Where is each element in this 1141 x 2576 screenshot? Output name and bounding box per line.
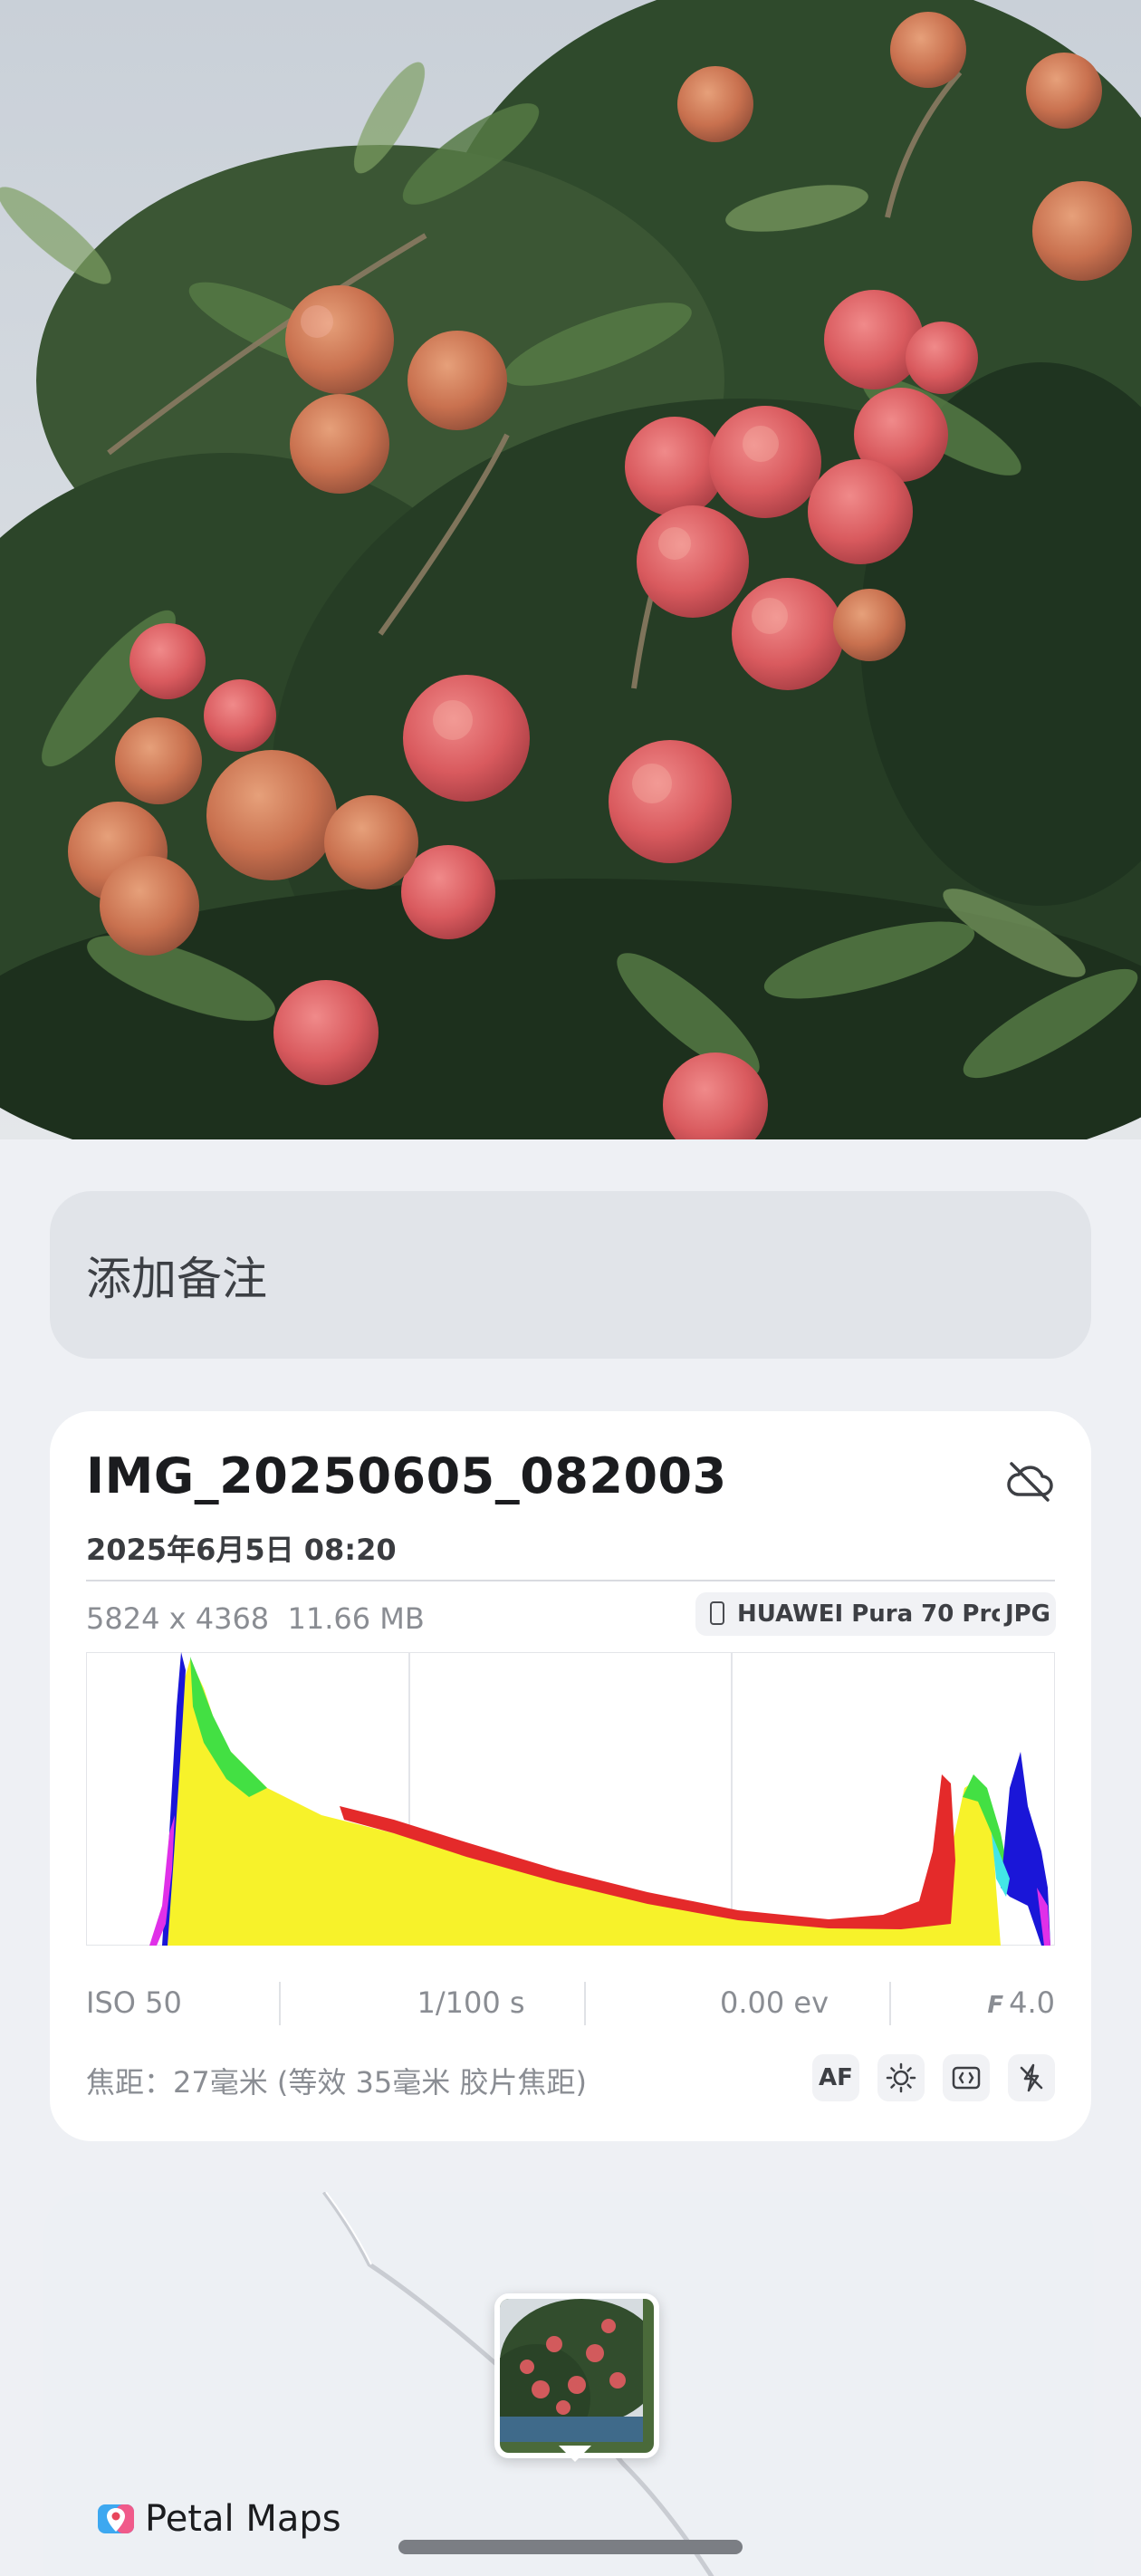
device-chip: HUAWEI Pura 70 Pro+	[695, 1592, 1040, 1636]
af-label: AF	[819, 2064, 853, 2091]
photo-preview[interactable]	[0, 0, 1141, 1139]
divider	[86, 1580, 1055, 1581]
map-brand-label: Petal Maps	[145, 2498, 341, 2540]
phone-icon	[710, 1601, 724, 1625]
lychee-photo	[0, 0, 1141, 1139]
stat-divider	[279, 1982, 281, 2025]
file-format: JPG	[1004, 1600, 1051, 1628]
focal-length: 焦距：27毫米 (等效 35毫米 胶片焦距)	[86, 2065, 587, 2100]
iso-value: ISO 50	[86, 1985, 182, 2020]
aperture-value: F 4.0	[987, 1985, 1055, 2020]
exposure-stats: ISO 50 1/100 s 0.00 ev F 4.0	[86, 1982, 1055, 2027]
flash-off-icon	[1008, 2054, 1055, 2101]
home-indicator[interactable]	[398, 2540, 743, 2554]
brightness-icon	[877, 2054, 925, 2101]
aperture-number: 4.0	[1009, 1985, 1055, 2020]
map-pin-pointer	[559, 2446, 591, 2462]
format-chip: JPG	[1000, 1592, 1056, 1636]
stat-divider	[584, 1982, 586, 2025]
cloud-off-icon[interactable]	[1002, 1455, 1057, 1509]
image-resolution: 5824 x 4368	[86, 1601, 270, 1636]
photo-info-card: IMG_20250605_082003 2025年6月5日 08:20 5824…	[50, 1411, 1091, 2141]
add-note-placeholder: 添加备注	[86, 1252, 267, 1305]
location-map-card[interactable]: Petal Maps	[43, 2192, 1094, 2576]
image-dimensions-size: 5824 x 4368 11.66 MB	[86, 1601, 425, 1636]
add-note-field[interactable]: 添加备注	[50, 1191, 1091, 1359]
stat-divider	[889, 1982, 891, 2025]
file-size: 11.66 MB	[287, 1601, 425, 1636]
device-model: HUAWEI Pura 70 Pro+	[737, 1600, 1027, 1628]
thumbnail-image	[500, 2299, 654, 2453]
petal-maps-pin-icon	[98, 2504, 134, 2533]
photo-details-screen: 添加备注 IMG_20250605_082003 2025年6月5日 08:20…	[0, 0, 1141, 2576]
capture-datetime: 2025年6月5日 08:20	[86, 1533, 397, 1567]
map-photo-thumbnail[interactable]	[494, 2293, 659, 2458]
shutter-speed: 1/100 s	[417, 1985, 525, 2020]
aperture-prefix: F	[987, 1992, 1004, 2019]
exposure-compensation: 0.00 ev	[719, 1985, 829, 2020]
rgb-histogram	[86, 1652, 1055, 1946]
file-name: IMG_20250605_082003	[86, 1447, 727, 1504]
capture-mode-icons: AF	[812, 2054, 1055, 2101]
map-attribution: Petal Maps	[96, 2498, 341, 2540]
metering-icon	[943, 2054, 990, 2101]
af-mode-badge: AF	[812, 2054, 859, 2101]
